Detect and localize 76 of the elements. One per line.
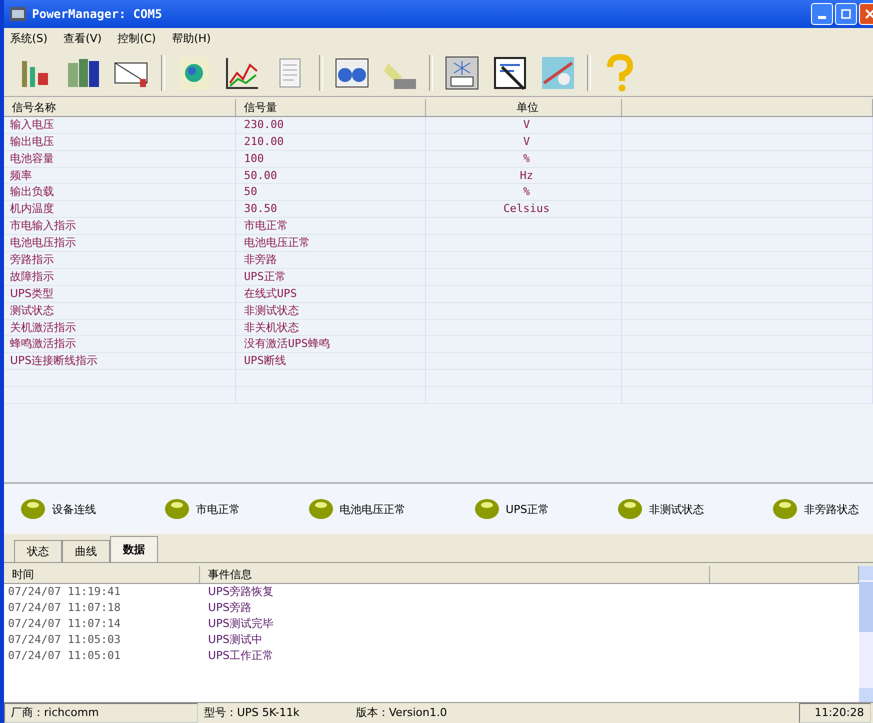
table-cell: 30.50 [244, 202, 278, 216]
menu-item[interactable]: 帮助(H) [172, 31, 211, 46]
table-cell: 07/24/07 11:05:03 [8, 633, 121, 646]
table-cell: UPS类型 [10, 286, 54, 300]
scrollbar[interactable] [859, 566, 873, 702]
table-cell: 蜂鸣激活指示 [10, 337, 76, 350]
table-cell: 市电输入指示 [10, 219, 76, 232]
table-cell: % [523, 185, 530, 198]
table-cell: 非旁路 [244, 252, 277, 266]
table-cell: % [523, 152, 530, 165]
table-cell: UPS旁路 [208, 601, 252, 614]
table-cell: 50 [244, 185, 258, 198]
table-cell: 输出负载 [10, 185, 54, 198]
status-version: 版本：Version1.0 [355, 704, 448, 721]
table-cell: 电池电压正常 [244, 236, 310, 250]
table-cell: 50.00 [244, 168, 278, 182]
status-model: 型号：UPS 5K-11k [203, 704, 301, 721]
menu-item[interactable]: 控制(C) [118, 31, 156, 46]
table-cell: 210.00 [244, 134, 284, 148]
table-cell: 测试状态 [10, 304, 54, 317]
close-icon [865, 8, 873, 19]
table-cell: Hz [520, 168, 534, 182]
indicator-label: 电池电压正常 [340, 502, 406, 517]
table-cell: 07/24/07 11:19:41 [8, 585, 121, 598]
status-clock: 11:20:28 [799, 702, 871, 723]
status-vendor: 厂商：richcomm [4, 702, 198, 723]
menu-item[interactable]: 系统(S) [10, 31, 48, 46]
maximize-icon [841, 8, 851, 19]
table-cell: V [523, 134, 530, 148]
table-cell: 非测试状态 [244, 304, 299, 317]
indicator-label: 非旁路状态 [804, 502, 859, 517]
table-cell: 230.00 [244, 118, 284, 131]
table-cell: V [523, 118, 530, 131]
indicator-label: 非测试状态 [649, 502, 704, 517]
table-cell: 没有激活UPS蜂鸣 [244, 337, 330, 350]
table-cell: UPS断线 [244, 354, 286, 368]
table-cell: 07/24/07 11:05:01 [8, 649, 121, 662]
column-header[interactable]: 事件信息 [200, 566, 710, 584]
table-cell: 关机激活指示 [10, 320, 76, 334]
table-cell: 100 [244, 152, 264, 165]
table-cell: 在线式UPS [244, 286, 297, 300]
table-cell: 旁路指示 [10, 252, 54, 266]
column-header[interactable]: 信号名称 [4, 98, 236, 116]
maximize-button[interactable] [835, 2, 857, 25]
minimize-button[interactable] [811, 2, 833, 25]
tab[interactable]: 状态 [14, 540, 62, 562]
table-cell: UPS连接断线指示 [10, 354, 98, 368]
table-cell: 07/24/07 11:07:18 [8, 601, 121, 614]
table-cell: UPS正常 [244, 270, 286, 283]
table-cell: Celsius [503, 202, 550, 216]
table-cell: 故障指示 [10, 270, 54, 283]
column-header[interactable]: 单位 [426, 98, 622, 116]
table-cell: 市电正常 [244, 219, 288, 232]
menu-item[interactable]: 查看(V) [64, 31, 102, 46]
app-icon [10, 6, 26, 21]
table-cell: UPS工作正常 [208, 649, 274, 662]
table-cell: 输出电压 [10, 134, 54, 148]
indicator-label: 市电正常 [196, 502, 240, 517]
table-cell: 07/24/07 11:07:14 [8, 617, 121, 630]
table-cell: UPS测试完毕 [208, 617, 274, 630]
table-cell: 输入电压 [10, 118, 54, 131]
column-header[interactable]: 时间 [4, 566, 200, 584]
table-cell: 频率 [10, 168, 32, 182]
window-title: PowerManager: COM5 [32, 6, 164, 21]
table-cell: 非关机状态 [244, 320, 299, 334]
tab[interactable]: 曲线 [62, 540, 110, 562]
table-cell: 机内温度 [10, 202, 54, 216]
indicator-label: 设备连线 [52, 502, 96, 517]
table-cell: UPS测试中 [208, 633, 263, 646]
tab[interactable]: 数据 [110, 536, 158, 562]
table-cell: UPS旁路恢复 [208, 585, 274, 598]
indicator-label: UPS正常 [506, 502, 550, 517]
table-cell: 电池电压指示 [10, 236, 76, 250]
table-cell: 电池容量 [10, 152, 54, 165]
minimize-icon [818, 16, 826, 20]
column-header[interactable]: 信号量 [236, 98, 426, 116]
